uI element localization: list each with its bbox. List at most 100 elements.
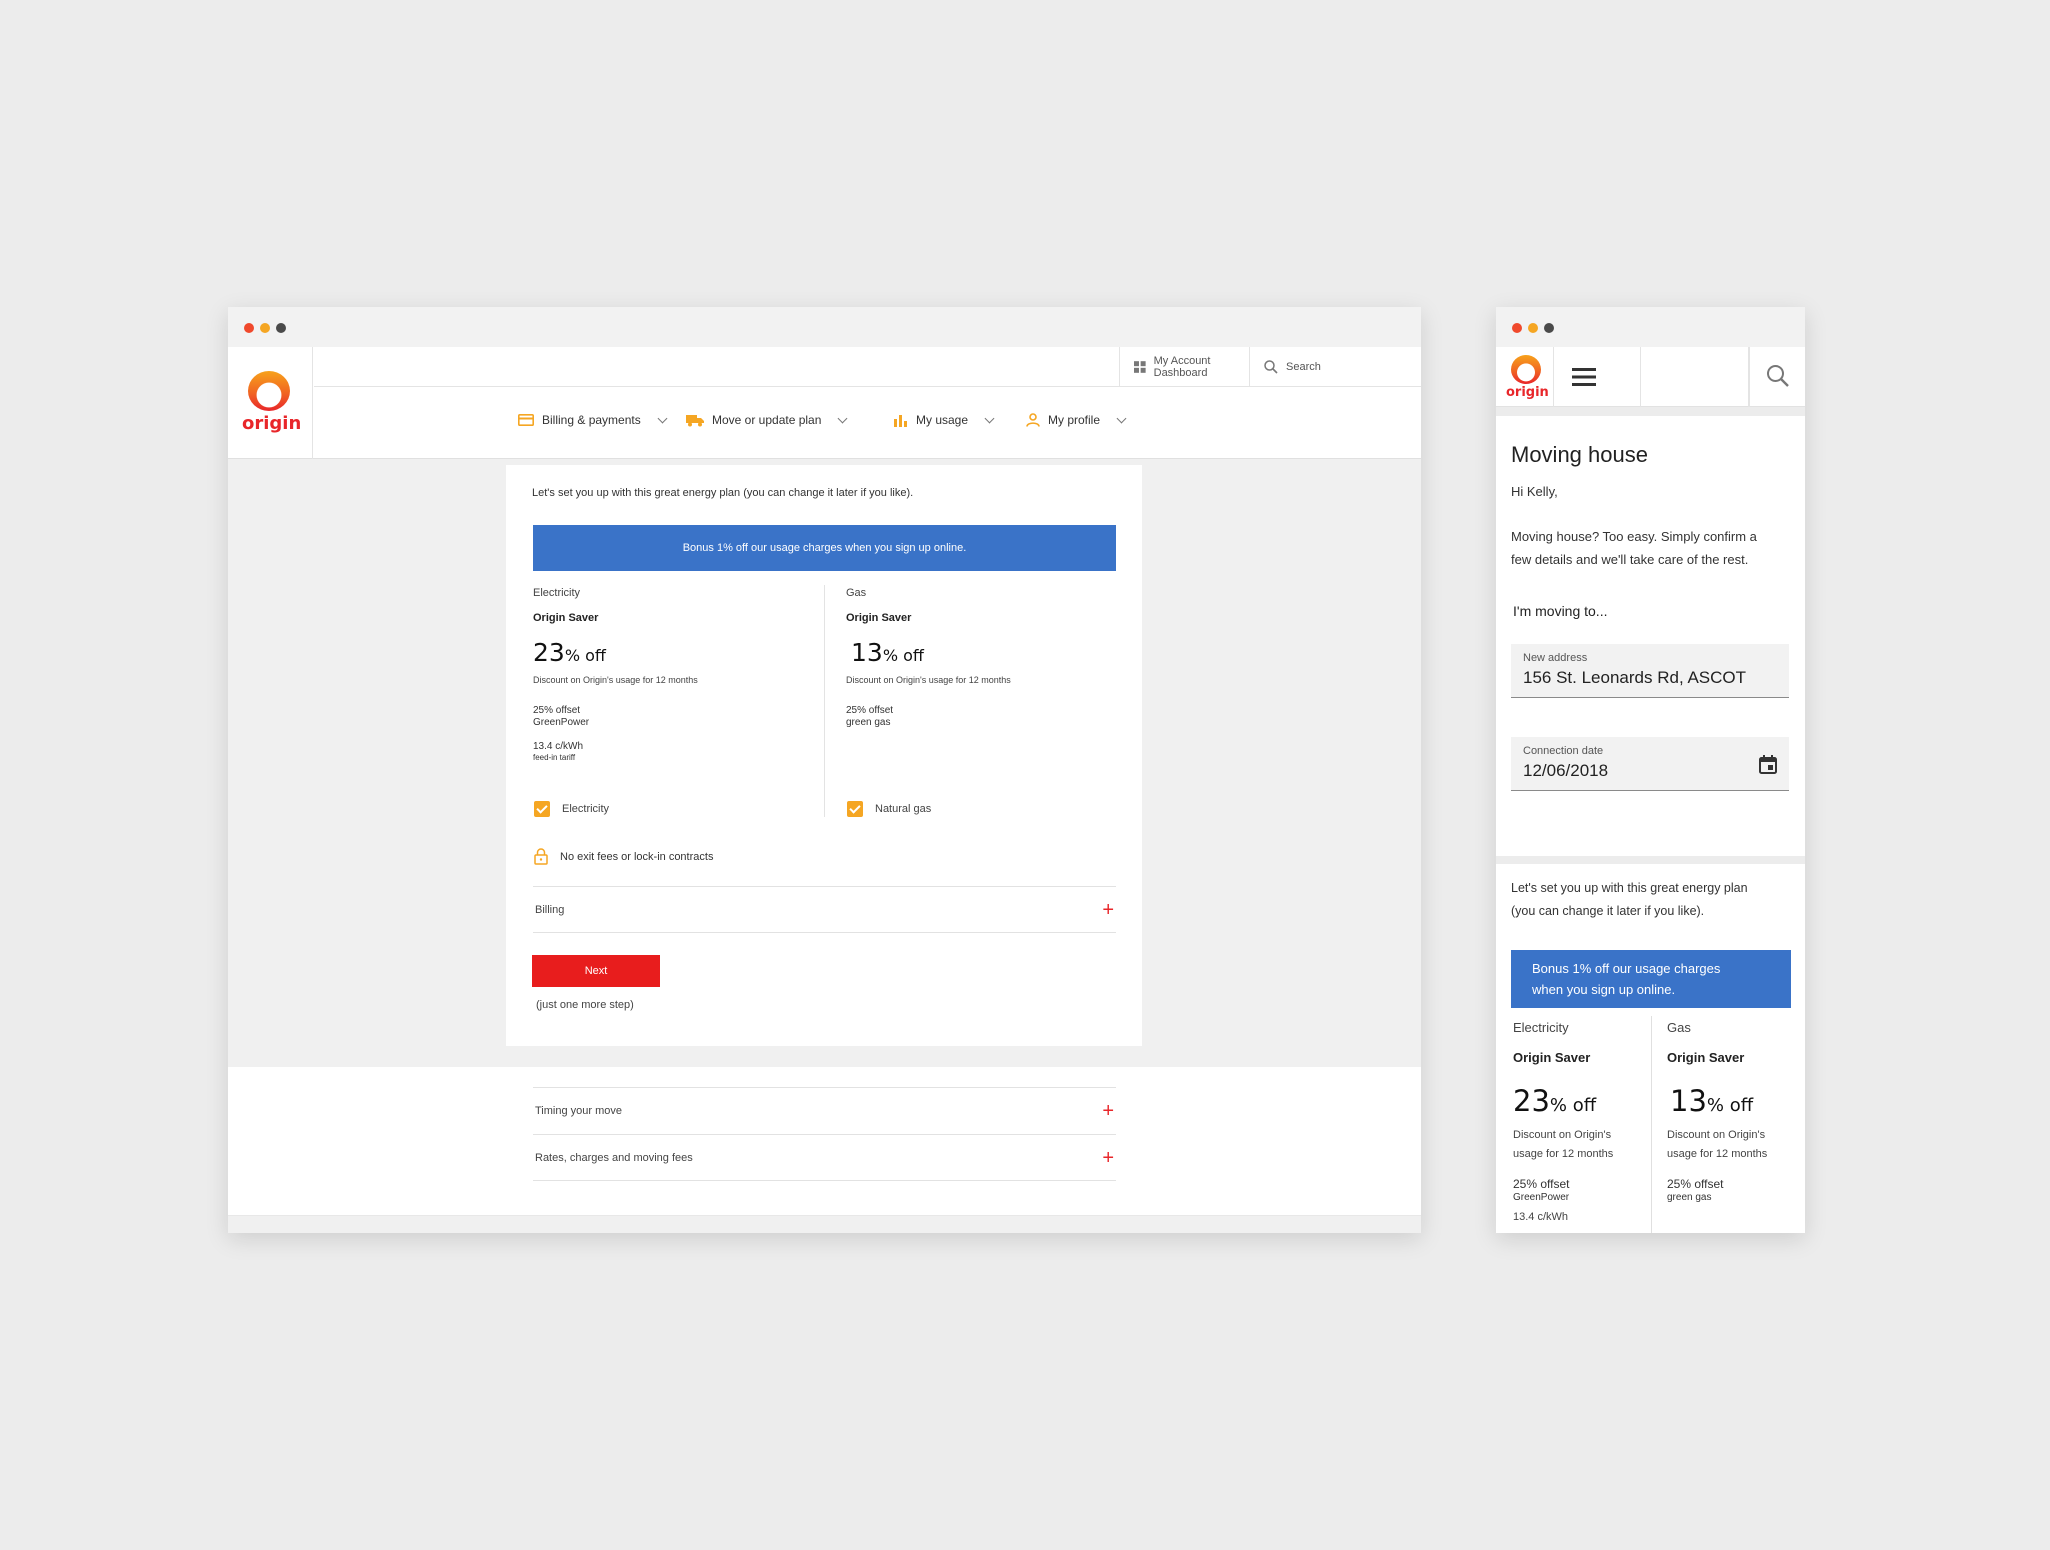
maximize-window-dot[interactable] — [1544, 323, 1554, 333]
chevron-down-icon — [837, 413, 848, 423]
nav-move-update-plan[interactable]: Move or update plan — [686, 413, 848, 427]
plus-icon[interactable]: + — [1102, 1101, 1116, 1121]
faq-timing-your-move[interactable]: Timing your move + — [533, 1087, 1116, 1134]
checkbox-label: Natural gas — [875, 803, 932, 815]
my-account-dashboard-link[interactable]: My Account Dashboard — [1119, 347, 1248, 387]
gas-plan-column: Gas Origin Saver 13% off Discount on Ori… — [1667, 1020, 1767, 1205]
nav-my-profile[interactable]: My profile — [1026, 413, 1127, 427]
discount-suffix: % off — [564, 646, 606, 665]
offset-info: 25% offset green gas — [1667, 1177, 1767, 1205]
new-address-field[interactable]: New address — [1511, 644, 1789, 698]
hamburger-menu-icon — [1572, 368, 1596, 386]
offset-line: 25% offset — [846, 705, 894, 716]
discount-percent: 23% off — [533, 638, 698, 667]
discount-suffix: % off — [1706, 1095, 1754, 1116]
close-window-dot[interactable] — [1512, 323, 1522, 333]
field-label: New address — [1523, 652, 1588, 664]
online-bonus-banner: Bonus 1% off our usage charges when you … — [533, 525, 1116, 571]
nav-billing-payments[interactable]: Billing & payments — [518, 413, 668, 427]
search-link[interactable]: Search — [1249, 347, 1324, 387]
greeting: Hi Kelly, — [1511, 484, 1558, 499]
offset-type: GreenPower — [533, 717, 590, 728]
discount-description: Discount on Origin's usage for 12 months — [1513, 1126, 1613, 1164]
chevron-down-icon — [657, 413, 668, 423]
plus-icon[interactable]: + — [1102, 1148, 1116, 1168]
utility-bar: My Account Dashboard Search — [314, 347, 1421, 387]
next-button[interactable]: Next — [532, 955, 660, 987]
tariff-value: 13.4 c/kWh — [533, 741, 584, 752]
electricity-plan-column: Electricity Origin Saver 23% off Discoun… — [1513, 1020, 1613, 1223]
electricity-checkbox[interactable]: Electricity — [534, 801, 609, 817]
nav-label: My usage — [916, 413, 969, 427]
discount-description: Discount on Origin's usage for 12 months — [846, 675, 1011, 685]
section-gap — [1496, 407, 1805, 416]
discount-value: 13 — [851, 638, 883, 667]
promo-line: when you sign up online. — [1532, 982, 1676, 997]
plan-name: Origin Saver — [846, 612, 912, 624]
faq-rates-charges[interactable]: Rates, charges and moving fees + — [533, 1134, 1116, 1181]
moving-to-heading: I'm moving to... — [1513, 603, 1608, 619]
moving-house-section: Moving house Hi Kelly, Moving house? Too… — [1496, 416, 1805, 856]
accordion-label: Billing — [535, 903, 565, 916]
nav-my-usage[interactable]: My usage — [894, 413, 995, 427]
checkbox-checked-icon[interactable] — [534, 801, 550, 817]
hamburger-menu-button[interactable] — [1554, 347, 1641, 407]
electricity-plan-column: Electricity Origin Saver 23% off Discoun… — [533, 587, 698, 763]
offset-info: 25% offset green gas — [846, 705, 1011, 729]
discount-value: 23 — [533, 638, 565, 667]
origin-logo[interactable]: origin — [228, 347, 313, 459]
offset-type: GreenPower — [1513, 1192, 1570, 1203]
fuel-type: Electricity — [533, 587, 581, 599]
calendar-icon[interactable] — [1759, 755, 1777, 774]
plan-intro-text: Let's set you up with this great energy … — [1511, 877, 1748, 923]
address-input[interactable] — [1523, 668, 1777, 688]
accordion-label: Rates, charges and moving fees — [535, 1151, 693, 1164]
billing-accordion[interactable]: Billing + — [533, 886, 1116, 933]
discount-description: Discount on Origin's usage for 12 months — [533, 675, 698, 685]
offset-line: 25% offset — [1667, 1177, 1724, 1191]
intro-text: Moving house? Too easy. Simply confirm a… — [1511, 525, 1757, 571]
mobile-browser-window: origin Moving house Hi Kelly, Moving hou… — [1496, 307, 1805, 1233]
date-input[interactable] — [1523, 761, 1777, 781]
close-window-dot[interactable] — [244, 323, 254, 333]
discount-value: 13 — [1670, 1084, 1707, 1118]
desc-line: Discount on Origin's — [1513, 1129, 1612, 1141]
chevron-down-icon — [1116, 413, 1127, 423]
plan-intro-line: Let's set you up with this great energy … — [1511, 881, 1748, 895]
field-label: Connection date — [1523, 745, 1604, 757]
origin-logo-ring-icon — [1511, 355, 1541, 384]
discount-suffix: % off — [882, 646, 924, 665]
lock-icon — [534, 848, 548, 865]
search-icon — [1767, 365, 1789, 387]
origin-logo-ring-icon — [248, 371, 290, 411]
search-button[interactable] — [1749, 347, 1805, 407]
checkbox-checked-icon[interactable] — [847, 801, 863, 817]
minimize-window-dot[interactable] — [260, 323, 270, 333]
plan-card: Let's set you up with this great energy … — [506, 465, 1142, 1046]
nav-label: My profile — [1048, 413, 1101, 427]
nav-label: Move or update plan — [712, 413, 822, 427]
maximize-window-dot[interactable] — [276, 323, 286, 333]
nav-label: Billing & payments — [542, 413, 641, 427]
credit-card-icon — [518, 414, 534, 426]
dashboard-label: My Account Dashboard — [1153, 355, 1211, 379]
natural-gas-checkbox[interactable]: Natural gas — [847, 801, 931, 817]
one-more-step-note: (just one more step) — [536, 999, 634, 1011]
main-nav: Billing & payments Move or update plan M… — [314, 387, 1421, 459]
desktop-browser-window: origin My Account Dashboard Search Billi… — [228, 307, 1421, 1233]
connection-date-field[interactable]: Connection date — [1511, 737, 1789, 791]
discount-percent: 13% off — [846, 638, 1011, 667]
column-divider — [824, 585, 825, 817]
desc-line: Discount on Origin's — [1667, 1129, 1766, 1141]
feed-in-tariff: 13.4 c/kWh feed-in tariff — [533, 741, 698, 763]
origin-logo-text: origin — [242, 413, 302, 434]
online-bonus-banner: Bonus 1% off our usage charges when you s… — [1511, 950, 1791, 1008]
plan-name: Origin Saver — [533, 612, 599, 624]
checkbox-label: Electricity — [562, 803, 610, 815]
offset-line: 25% offset — [533, 705, 581, 716]
no-exit-fees-note: No exit fees or lock-in contracts — [534, 848, 713, 865]
plus-icon[interactable]: + — [1102, 900, 1116, 920]
origin-logo[interactable]: origin — [1496, 347, 1554, 407]
fuel-type: Electricity — [1513, 1020, 1569, 1035]
minimize-window-dot[interactable] — [1528, 323, 1538, 333]
